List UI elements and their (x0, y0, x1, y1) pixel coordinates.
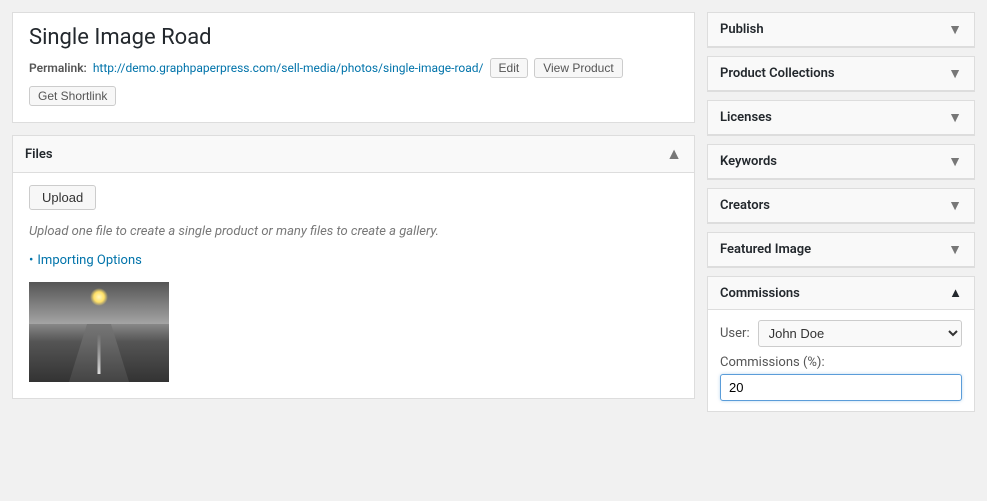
creators-box: Creators ▼ (707, 188, 975, 224)
product-collections-box: Product Collections ▼ (707, 56, 975, 92)
edit-permalink-button[interactable]: Edit (490, 58, 529, 78)
permalink-label: Permalink: (29, 61, 87, 75)
commissions-pct-input[interactable] (720, 374, 962, 401)
licenses-label: Licenses (720, 110, 772, 125)
keywords-header[interactable]: Keywords ▼ (708, 145, 974, 179)
user-label: User: (720, 326, 750, 341)
publish-chevron-icon: ▼ (948, 21, 962, 38)
user-select[interactable]: John Doe Admin Editor (758, 320, 962, 347)
commissions-pct-group: Commissions (%): (720, 355, 962, 401)
permalink-row: Permalink: http://demo.graphpaperpress.c… (29, 58, 678, 78)
featured-image-chevron-icon: ▼ (948, 241, 962, 258)
upload-button[interactable]: Upload (29, 185, 96, 210)
publish-label: Publish (720, 22, 764, 37)
product-collections-header[interactable]: Product Collections ▼ (708, 57, 974, 91)
files-section-header[interactable]: Files ▲ (13, 136, 694, 173)
commissions-header[interactable]: Commissions ▲ (708, 277, 974, 310)
title-section: Single Image Road Permalink: http://demo… (12, 12, 695, 123)
keywords-chevron-icon: ▼ (948, 153, 962, 170)
files-toggle-icon[interactable]: ▲ (666, 144, 682, 164)
permalink-url[interactable]: http://demo.graphpaperpress.com/sell-med… (93, 61, 484, 75)
licenses-header[interactable]: Licenses ▼ (708, 101, 974, 135)
licenses-chevron-icon: ▼ (948, 109, 962, 126)
road-sun (90, 288, 108, 306)
importing-options-link[interactable]: Importing Options (29, 253, 678, 268)
publish-section-header[interactable]: Publish ▼ (708, 13, 974, 47)
licenses-box: Licenses ▼ (707, 100, 975, 136)
view-product-button[interactable]: View Product (534, 58, 622, 78)
product-thumbnail (29, 282, 169, 382)
commissions-pct-label: Commissions (%): (720, 355, 962, 370)
featured-image-box: Featured Image ▼ (707, 232, 975, 268)
keywords-box: Keywords ▼ (707, 144, 975, 180)
files-section: Files ▲ Upload Upload one file to create… (12, 135, 695, 399)
files-section-label: Files (25, 147, 53, 162)
publish-box: Publish ▼ (707, 12, 975, 48)
product-collections-label: Product Collections (720, 66, 835, 81)
creators-header[interactable]: Creators ▼ (708, 189, 974, 223)
commissions-box: Commissions ▲ User: John Doe Admin Edito… (707, 276, 975, 412)
commissions-content: User: John Doe Admin Editor Commissions … (708, 310, 974, 411)
shortlink-row: Get Shortlink (29, 86, 678, 106)
user-row: User: John Doe Admin Editor (720, 320, 962, 347)
page-title: Single Image Road (29, 25, 678, 50)
commissions-chevron-icon: ▲ (949, 285, 962, 301)
keywords-label: Keywords (720, 154, 777, 169)
featured-image-label: Featured Image (720, 242, 811, 257)
creators-label: Creators (720, 198, 770, 213)
commissions-label: Commissions (720, 286, 800, 301)
upload-hint: Upload one file to create a single produ… (29, 224, 678, 239)
road-line (98, 334, 101, 374)
get-shortlink-button[interactable]: Get Shortlink (29, 86, 116, 106)
creators-chevron-icon: ▼ (948, 197, 962, 214)
files-content: Upload Upload one file to create a singl… (13, 173, 694, 398)
featured-image-header[interactable]: Featured Image ▼ (708, 233, 974, 267)
product-collections-chevron-icon: ▼ (948, 65, 962, 82)
